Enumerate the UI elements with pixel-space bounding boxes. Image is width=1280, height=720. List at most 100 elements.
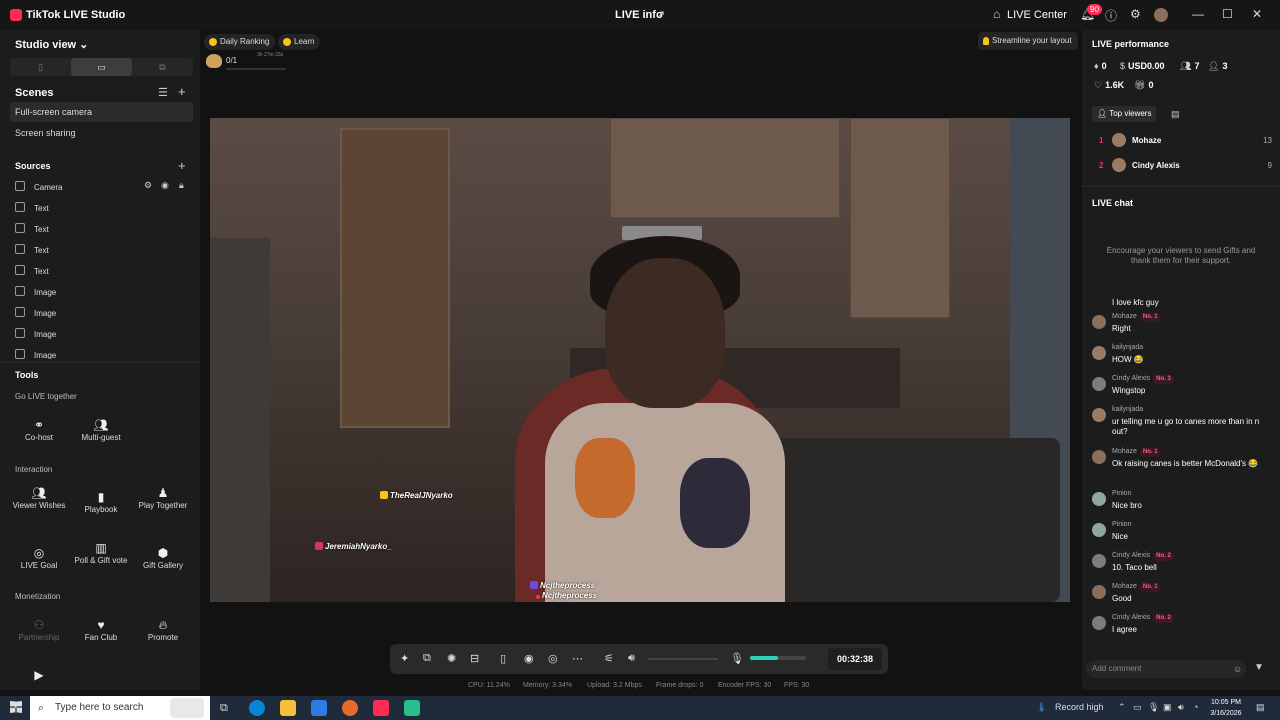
avatar: [1092, 408, 1106, 422]
source-item-image[interactable]: Image: [15, 328, 56, 339]
camera-preview[interactable]: TheRealJNyarko JeremiahNyarko_ Ncjthepro…: [210, 118, 1070, 602]
maximize-icon[interactable]: ☐: [1222, 7, 1233, 21]
lock-icon[interactable]: 🔒︎: [179, 180, 184, 191]
magic-icon[interactable]: ✦: [400, 652, 409, 665]
effects-icon[interactable]: ✺: [447, 652, 456, 665]
wifi-icon[interactable]: ◔: [1193, 702, 1198, 712]
share-icon[interactable]: ↗: [656, 8, 665, 21]
user-avatar[interactable]: [1154, 8, 1168, 22]
streamline-layout-button[interactable]: Streamline your layout: [978, 32, 1078, 50]
source-item-image[interactable]: Image: [15, 286, 56, 297]
viewer-icon: 👤︎: [1097, 109, 1110, 118]
playbook-button[interactable]: ▮ Playbook: [71, 490, 131, 515]
landscape-view-button[interactable]: ▭: [71, 58, 132, 76]
list-icon[interactable]: ▤: [1171, 109, 1180, 120]
overlay-tag[interactable]: TheRealJNyarko: [380, 491, 453, 500]
help-icon[interactable]: ⓘ: [1105, 7, 1117, 24]
goal-bar: [226, 68, 286, 70]
gift-gallery-button[interactable]: ⬢ Gift Gallery: [133, 547, 193, 571]
microphone-icon[interactable]: 🎙︎: [730, 652, 744, 665]
tiktok-taskbar-icon[interactable]: [373, 700, 389, 716]
record-high-text[interactable]: Record high: [1055, 702, 1104, 712]
tray-icon[interactable]: ▭: [1133, 702, 1142, 713]
source-item-text[interactable]: Text: [15, 223, 49, 234]
scene-item[interactable]: Screen sharing: [15, 128, 76, 138]
studio-view-dropdown[interactable]: Studio view ⌄: [15, 38, 88, 51]
add-source-icon[interactable]: +: [178, 158, 186, 173]
minimize-icon[interactable]: —: [1192, 7, 1204, 21]
phone-icon[interactable]: ▯: [500, 652, 506, 665]
edge-icon[interactable]: [249, 700, 265, 716]
username-text: Pinion: [1112, 521, 1132, 528]
promote-button[interactable]: 🔥︎ Promote: [133, 619, 193, 643]
source-item-text[interactable]: Text: [15, 244, 49, 255]
add-scene-icon[interactable]: +: [178, 84, 186, 99]
viewer-name: Cindy Alexis: [1132, 161, 1180, 170]
viewer-wishes-button[interactable]: 👥︎ Viewer Wishes: [9, 487, 69, 511]
comment-input[interactable]: Add comment: [1086, 660, 1246, 678]
scene-item[interactable]: Full-screen camera: [15, 107, 92, 117]
overlay-tag[interactable]: Ncjtheprocess: [530, 581, 595, 590]
mic-tray-icon[interactable]: 🎙︎: [1148, 702, 1159, 713]
firefox-icon[interactable]: [342, 700, 358, 716]
top-viewer-row[interactable]: 2 Cindy Alexis 9: [1092, 158, 1272, 174]
overlay-tag[interactable]: Ncjtheprocess: [536, 591, 597, 600]
network-icon[interactable]: ▣: [1163, 702, 1172, 713]
overlay-tag[interactable]: JeremiahNyarko_: [315, 542, 392, 551]
video-tool-button[interactable]: ▶: [9, 669, 69, 683]
cohost-button[interactable]: ⚭ Co-host: [9, 419, 69, 443]
chevron-up-icon[interactable]: ⌃: [1118, 702, 1126, 713]
live-goal-button[interactable]: ◎ LIVE Goal: [9, 547, 69, 571]
top-viewer-row[interactable]: 1 Mohaze 13: [1092, 133, 1272, 149]
list-icon[interactable]: ☰: [158, 86, 168, 99]
app-icon[interactable]: [404, 700, 420, 716]
taskbar-clock[interactable]: 10:05 PM 3/16/2026: [1206, 697, 1246, 719]
poll-gift-vote-button[interactable]: ▥ Poll & Gift vote: [71, 542, 131, 566]
multiguest-button[interactable]: 👥︎ Multi-guest: [71, 419, 131, 443]
volume-icon[interactable]: 🔊︎: [1178, 702, 1184, 713]
username-text: Cindy Alexis: [1112, 552, 1151, 559]
portrait-view-button[interactable]: ▯: [10, 58, 71, 76]
learn-button[interactable]: Learn: [278, 34, 321, 50]
chat-username: Cindy Alexis No. 2: [1112, 552, 1174, 561]
mic-level-meter[interactable]: [750, 656, 806, 660]
capture-icon[interactable]: ◎: [548, 652, 558, 665]
layout-icon[interactable]: ⊟: [470, 652, 479, 665]
fan-club-button[interactable]: ♥ Fan Club: [71, 619, 131, 643]
interaction-title: Interaction: [15, 465, 53, 474]
volume-slider[interactable]: [648, 658, 718, 660]
username-text: Cindy Alexis: [1112, 614, 1151, 621]
send-icon[interactable]: ▼: [1254, 662, 1264, 673]
partnership-button[interactable]: ⚇ Partnership: [9, 619, 69, 643]
top-viewers-tab[interactable]: 👤︎ Top viewers: [1092, 106, 1157, 122]
overlay-icon[interactable]: ⧉: [423, 652, 431, 665]
avatar: [1092, 523, 1106, 537]
live-center-button[interactable]: LIVE Center: [1007, 9, 1067, 21]
notification-center-icon[interactable]: ▤: [1256, 702, 1265, 713]
dual-view-button[interactable]: ⧉: [132, 58, 193, 76]
source-item-camera[interactable]: Camera: [15, 181, 62, 192]
book-icon: ▮: [97, 490, 105, 504]
settings-sliders-icon[interactable]: ⚟: [604, 652, 614, 665]
source-item-text[interactable]: Text: [15, 202, 49, 213]
source-item-text[interactable]: Text: [15, 265, 49, 276]
windows-start-icon[interactable]: [10, 701, 22, 713]
daily-ranking-button[interactable]: Daily Ranking: [204, 34, 276, 50]
more-icon[interactable]: ⋯: [572, 652, 583, 665]
file-explorer-icon[interactable]: [280, 700, 296, 716]
chat-username: Mohaze No. 1: [1112, 583, 1161, 592]
emoji-icon[interactable]: ☺: [1233, 664, 1242, 674]
play-together-button[interactable]: ♟ Play Together: [133, 487, 193, 511]
close-icon[interactable]: ✕: [1252, 7, 1262, 21]
task-view-icon[interactable]: ⧉: [220, 702, 228, 715]
fridge: [210, 238, 270, 602]
source-item-image[interactable]: Image: [15, 307, 56, 318]
record-icon[interactable]: ◉: [524, 652, 534, 665]
eye-icon[interactable]: ◉: [161, 180, 169, 191]
settings-icon[interactable]: ⚙: [144, 180, 152, 191]
gear-icon[interactable]: ⚙: [1130, 7, 1141, 21]
speaker-icon[interactable]: 🔊︎: [628, 652, 635, 665]
store-icon[interactable]: [311, 700, 327, 716]
home-icon[interactable]: ⌂: [993, 7, 1000, 21]
source-item-image[interactable]: Image: [15, 349, 56, 359]
